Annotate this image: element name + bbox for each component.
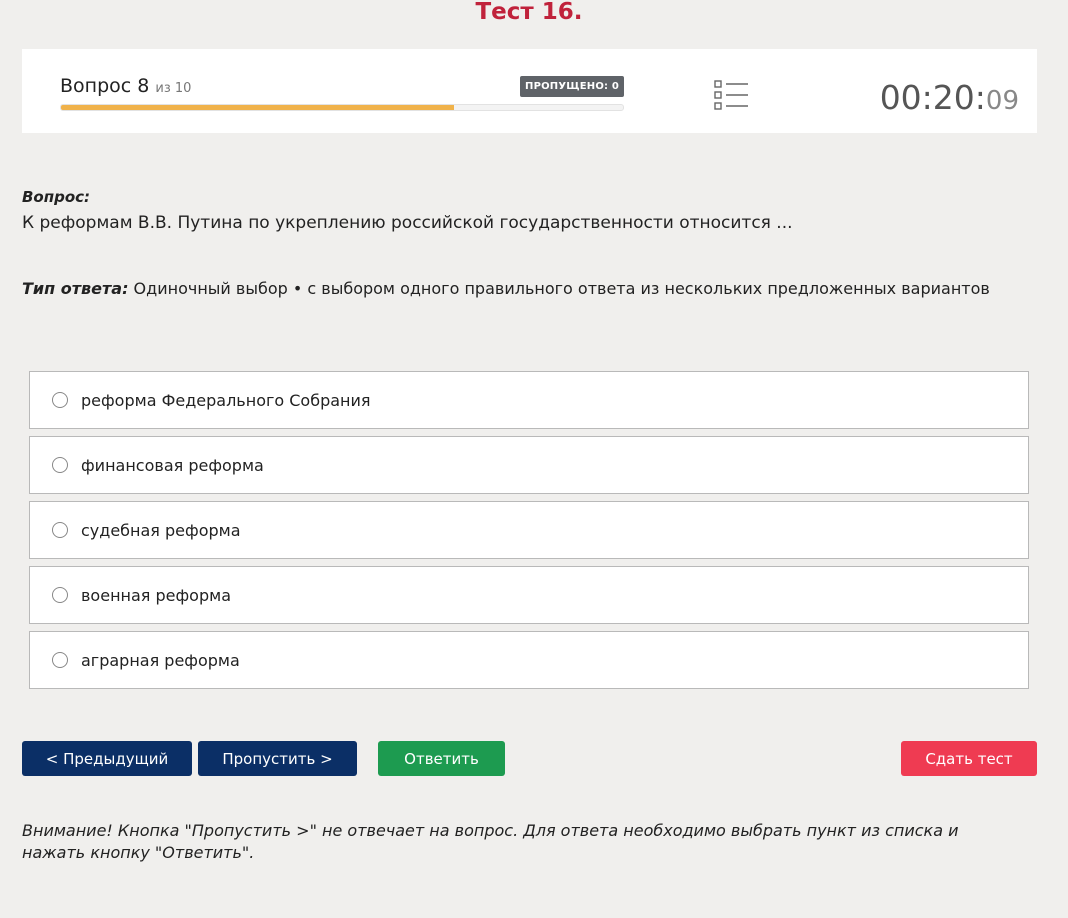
progress-bar-fill bbox=[61, 105, 455, 110]
timer: 00:20:09 bbox=[880, 78, 1019, 117]
answer-option[interactable]: судебная реформа bbox=[29, 501, 1029, 559]
radio-button[interactable] bbox=[52, 587, 68, 603]
answer-option-label: реформа Федерального Собрания bbox=[81, 390, 371, 410]
page-title: Тест 16. bbox=[475, 0, 583, 25]
answer-option-label: военная реформа bbox=[81, 585, 231, 605]
skipped-badge: ПРОПУЩЕНО: 0 bbox=[520, 76, 625, 97]
timer-main: 00:20: bbox=[879, 78, 986, 117]
answer-options: реформа Федерального Собрания финансовая… bbox=[29, 371, 1029, 696]
radio-button[interactable] bbox=[52, 392, 68, 408]
radio-button[interactable] bbox=[52, 522, 68, 538]
skip-button[interactable]: Пропустить > bbox=[198, 741, 357, 776]
answer-option-label: судебная реформа bbox=[81, 520, 241, 540]
previous-button[interactable]: < Предыдущий bbox=[22, 741, 192, 776]
answer-option[interactable]: финансовая реформа bbox=[29, 436, 1029, 494]
answer-option-label: финансовая реформа bbox=[81, 455, 264, 475]
question-total: из 10 bbox=[155, 81, 192, 96]
answer-type: Тип ответа: Одиночный выбор • с выбором … bbox=[22, 279, 990, 298]
question-number: Вопрос 8 bbox=[60, 75, 150, 97]
answer-type-label: Тип ответа: bbox=[22, 279, 129, 298]
question-heading: Вопрос: bbox=[22, 188, 91, 206]
warning-note: Внимание! Кнопка "Пропустить >" не отвеч… bbox=[22, 821, 959, 862]
answer-option[interactable]: аграрная реформа bbox=[29, 631, 1029, 689]
submit-test-button[interactable]: Сдать тест bbox=[901, 741, 1037, 776]
question-text: К реформам В.В. Путина по укреплению рос… bbox=[22, 213, 793, 233]
answer-option[interactable]: военная реформа bbox=[29, 566, 1029, 624]
answer-option-label: аграрная реформа bbox=[81, 650, 240, 670]
radio-button[interactable] bbox=[52, 457, 68, 473]
test-header: Вопрос 8 из 10 ПРОПУЩЕНО: 0 00:20:09 bbox=[22, 49, 1037, 133]
answer-option[interactable]: реформа Федерального Собрания bbox=[29, 371, 1029, 429]
answer-type-value: Одиночный выбор • с выбором одного прави… bbox=[128, 279, 990, 298]
radio-button[interactable] bbox=[52, 652, 68, 668]
list-icon[interactable] bbox=[714, 80, 750, 110]
question-counter: Вопрос 8 из 10 bbox=[60, 75, 191, 97]
timer-seconds: 09 bbox=[985, 86, 1019, 116]
progress-bar bbox=[60, 104, 624, 111]
answer-button[interactable]: Ответить bbox=[378, 741, 505, 776]
